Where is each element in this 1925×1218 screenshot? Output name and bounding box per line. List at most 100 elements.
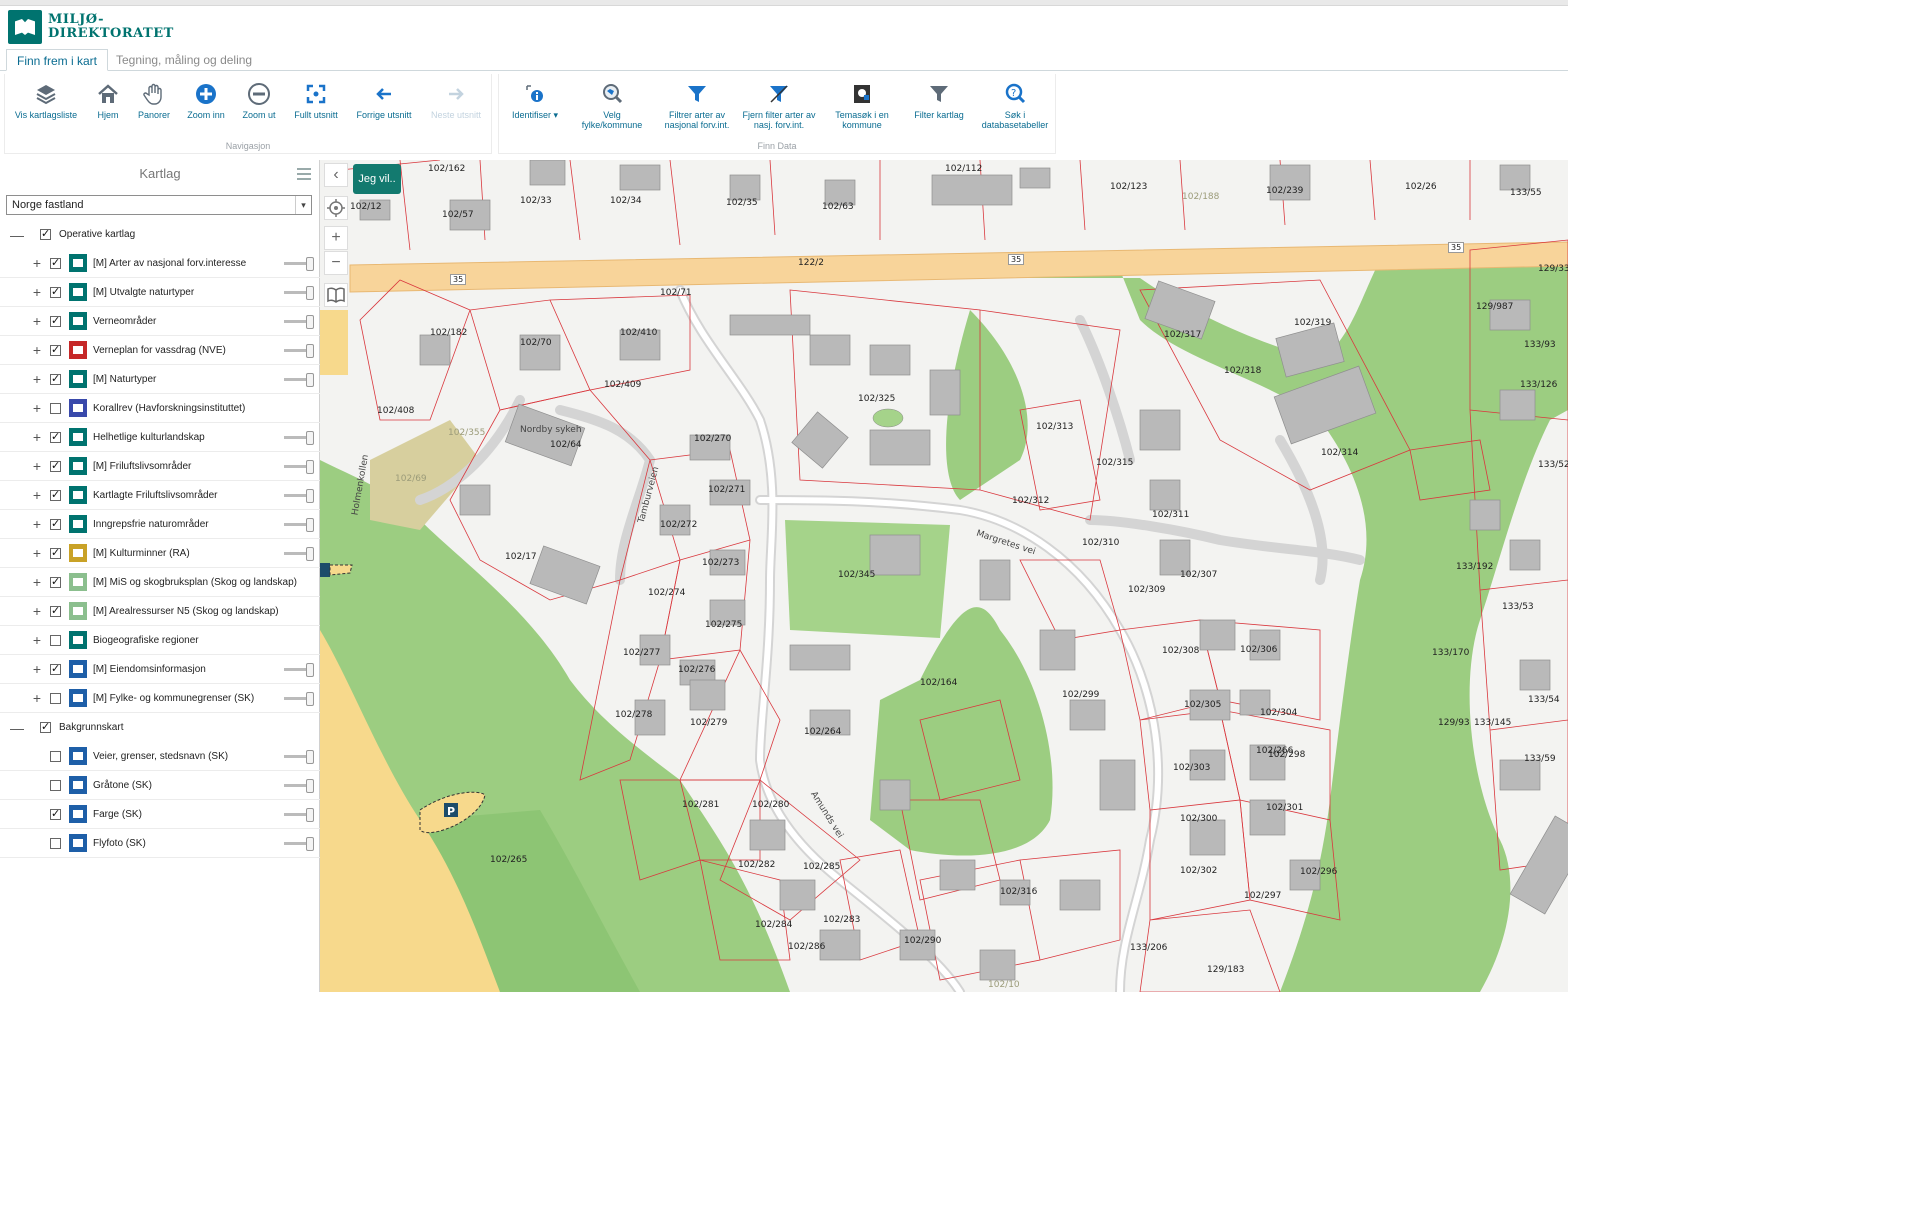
layer-checkbox[interactable] bbox=[50, 837, 61, 849]
layer-checkbox[interactable] bbox=[50, 779, 61, 791]
layer-checkbox[interactable] bbox=[50, 488, 61, 501]
fullt-utsnitt-button[interactable]: Fullt utsnitt bbox=[287, 82, 345, 120]
opacity-slider[interactable] bbox=[284, 807, 314, 822]
neste-utsnitt-button[interactable]: Neste utsnitt bbox=[423, 82, 489, 120]
zoom-inn-button[interactable]: Zoom inn bbox=[181, 82, 231, 120]
layer-icon bbox=[69, 834, 87, 852]
layer-checkbox[interactable] bbox=[50, 372, 61, 385]
expand-icon[interactable]: + bbox=[31, 690, 43, 706]
sok-databasetabeller-button[interactable]: ? Søk i databasetabeller bbox=[977, 82, 1053, 130]
layer-checkbox[interactable] bbox=[50, 546, 61, 559]
map-zoom-in-button[interactable]: + bbox=[324, 226, 348, 250]
layer-checkbox[interactable] bbox=[50, 604, 61, 617]
layer-checkbox[interactable] bbox=[50, 634, 61, 646]
expand-icon[interactable]: + bbox=[31, 487, 43, 503]
map-zoom-out-button[interactable]: − bbox=[324, 251, 348, 275]
opacity-slider[interactable] bbox=[284, 314, 314, 329]
layer-checkbox[interactable] bbox=[50, 750, 61, 762]
velg-fylke-button[interactable]: Velg fylke/kommune bbox=[573, 82, 651, 130]
expand-icon[interactable]: + bbox=[31, 458, 43, 474]
opacity-slider[interactable] bbox=[284, 749, 314, 764]
expand-icon[interactable]: + bbox=[31, 603, 43, 619]
layer-checkbox[interactable] bbox=[50, 430, 61, 443]
parcel-label: 102/325 bbox=[858, 394, 896, 404]
expand-icon[interactable]: + bbox=[31, 371, 43, 387]
filtrer-arter-button[interactable]: Filtrer arter av nasjonal forv.int. bbox=[659, 82, 735, 130]
opacity-slider[interactable] bbox=[284, 459, 314, 474]
vis-kartlagsliste-button[interactable]: Vis kartlagsliste bbox=[9, 82, 83, 120]
layer-checkbox[interactable] bbox=[50, 575, 61, 588]
parcel-label: 102/302 bbox=[1180, 866, 1218, 876]
expand-icon[interactable]: + bbox=[31, 574, 43, 590]
layer-checkbox[interactable] bbox=[50, 343, 61, 356]
theme-search-icon bbox=[850, 82, 874, 106]
collapse-icon[interactable]: — bbox=[10, 227, 24, 243]
tab-finn-frem[interactable]: Finn frem i kart bbox=[6, 49, 109, 71]
expand-icon[interactable]: + bbox=[31, 400, 43, 416]
opacity-slider[interactable] bbox=[284, 662, 314, 677]
list-menu-icon[interactable] bbox=[297, 168, 311, 180]
tab-tegning[interactable]: Tegning, måling og deling bbox=[106, 49, 262, 71]
opacity-slider[interactable] bbox=[284, 488, 314, 503]
zoom-out-icon bbox=[247, 82, 271, 106]
region-select[interactable]: Norge fastland ▾ bbox=[6, 195, 312, 215]
jeg-vil-button[interactable]: Jeg vil.. bbox=[353, 164, 401, 194]
expand-icon[interactable]: + bbox=[31, 342, 43, 358]
hjem-button[interactable]: Hjem bbox=[89, 82, 127, 120]
map-canvas[interactable]: P 102/162 102/12 102/57 102/33 102/34 102/35 1… bbox=[320, 160, 1568, 992]
layer-checkbox[interactable] bbox=[50, 807, 61, 820]
expand-icon[interactable]: + bbox=[31, 429, 43, 445]
opacity-slider[interactable] bbox=[284, 546, 314, 561]
layer-name: Verneområder bbox=[93, 315, 157, 327]
expand-icon[interactable]: + bbox=[31, 545, 43, 561]
group-checkbox[interactable] bbox=[40, 720, 51, 733]
layer-icon bbox=[69, 573, 87, 591]
parcel-label: 102/301 bbox=[1266, 803, 1304, 813]
forrige-utsnitt-button[interactable]: Forrige utsnitt bbox=[351, 82, 417, 120]
opacity-slider[interactable] bbox=[284, 517, 314, 532]
layer-checkbox[interactable] bbox=[50, 402, 61, 414]
expand-icon[interactable]: + bbox=[31, 516, 43, 532]
bookmarks-button[interactable] bbox=[324, 283, 348, 307]
expand-icon[interactable]: + bbox=[31, 313, 43, 329]
full-extent-icon bbox=[304, 82, 328, 106]
layer-row: + Kartlagte Friluftslivsområder bbox=[0, 481, 320, 510]
layer-checkbox[interactable] bbox=[50, 517, 61, 530]
expand-icon[interactable]: + bbox=[31, 255, 43, 271]
parcel-label: 102/316 bbox=[1000, 887, 1038, 897]
collapse-panel-button[interactable]: ‹ bbox=[324, 163, 348, 187]
expand-icon[interactable]: + bbox=[31, 661, 43, 677]
temasok-button[interactable]: Temasøk i en kommune bbox=[825, 82, 899, 130]
opacity-slider[interactable] bbox=[284, 691, 314, 706]
opacity-slider[interactable] bbox=[284, 836, 314, 851]
opacity-slider[interactable] bbox=[284, 285, 314, 300]
group-checkbox[interactable] bbox=[40, 227, 51, 240]
opacity-slider[interactable] bbox=[284, 430, 314, 445]
layer-checkbox[interactable] bbox=[50, 692, 61, 704]
identifiser-button[interactable]: Identifiser ▾ bbox=[503, 82, 567, 120]
layer-checkbox[interactable] bbox=[50, 662, 61, 675]
opacity-slider[interactable] bbox=[284, 778, 314, 793]
logo[interactable]: MILJØ- DIREKTORATET bbox=[8, 10, 174, 44]
layer-checkbox[interactable] bbox=[50, 459, 61, 472]
panorer-button[interactable]: Panorer bbox=[133, 82, 175, 120]
zoom-ut-button[interactable]: Zoom ut bbox=[235, 82, 283, 120]
parcel-label: 102/282 bbox=[738, 860, 776, 870]
layer-checkbox[interactable] bbox=[50, 314, 61, 327]
road-number-badge: 35 bbox=[1448, 242, 1465, 253]
collapse-icon[interactable]: — bbox=[10, 720, 24, 736]
opacity-slider[interactable] bbox=[284, 256, 314, 271]
layer-icon bbox=[69, 399, 87, 417]
locate-button[interactable] bbox=[324, 196, 348, 220]
parcel-label: 102/273 bbox=[702, 558, 740, 568]
opacity-slider[interactable] bbox=[284, 372, 314, 387]
expand-icon[interactable]: + bbox=[31, 632, 43, 648]
button-label: Vis kartlagsliste bbox=[14, 110, 78, 120]
fjern-filter-button[interactable]: Fjern filter arter av nasj. forv.int. bbox=[741, 82, 817, 130]
opacity-slider[interactable] bbox=[284, 343, 314, 358]
layer-checkbox[interactable] bbox=[50, 285, 61, 298]
parcel-label: 102/274 bbox=[648, 588, 686, 598]
layer-checkbox[interactable] bbox=[50, 256, 61, 269]
expand-icon[interactable]: + bbox=[31, 284, 43, 300]
filter-kartlag-button[interactable]: Filter kartlag bbox=[907, 82, 971, 120]
